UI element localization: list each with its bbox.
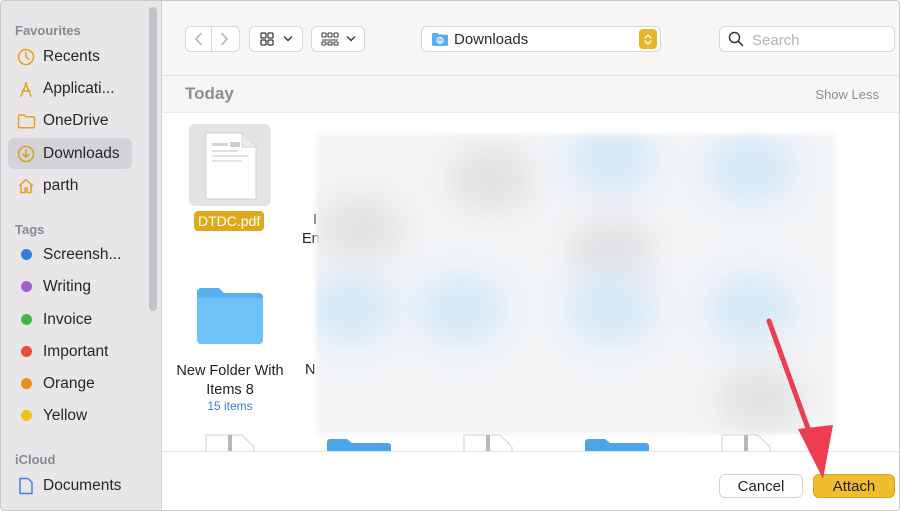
- partial-filename: N: [305, 362, 316, 378]
- tags-header: Tags: [15, 222, 45, 237]
- tag-dot-icon: [16, 374, 36, 394]
- file-name: DTDC.pdf: [194, 211, 265, 231]
- forward-button[interactable]: [212, 27, 237, 51]
- sidebar-item-label: Important: [43, 342, 109, 360]
- search-input[interactable]: [750, 29, 889, 51]
- sidebar-tag-orange[interactable]: Orange: [8, 368, 132, 399]
- chevron-down-icon: [346, 36, 355, 42]
- search-field[interactable]: [719, 26, 895, 52]
- sidebar-tag-writing[interactable]: Writing: [8, 271, 132, 302]
- sidebar-item-label: parth: [43, 176, 79, 194]
- grid-view-icon: [259, 32, 274, 46]
- sidebar-tag-important[interactable]: Important: [8, 336, 132, 367]
- sidebar-item-onedrive[interactable]: OneDrive: [8, 105, 132, 136]
- sidebar-item-label: Documents: [43, 476, 122, 494]
- sidebar-item-recents[interactable]: Recents: [8, 41, 132, 72]
- folder-icon: [197, 288, 263, 344]
- file-picker-dialog: Favourites Recents Applicati... OneDrive…: [0, 0, 900, 511]
- tag-dot-icon: [16, 310, 36, 330]
- home-icon: [16, 176, 36, 196]
- sidebar-item-label: Applicati...: [43, 79, 115, 97]
- sidebar-item-label: Downloads: [43, 144, 120, 162]
- section-header: Today Show Less: [162, 76, 899, 113]
- sidebar-item-downloads[interactable]: Downloads: [8, 138, 132, 169]
- group-view-icon: [320, 32, 339, 46]
- zip-file-icon: [463, 434, 513, 451]
- document-icon: [16, 476, 36, 496]
- tag-dot-icon: [16, 406, 36, 426]
- view-mode-button[interactable]: [249, 26, 303, 52]
- folder-item-count: 15 items: [207, 399, 253, 413]
- downloads-folder-icon: [432, 33, 448, 46]
- back-button[interactable]: [186, 27, 211, 51]
- zip-file-icon: [205, 434, 255, 451]
- tag-dot-icon: [16, 277, 36, 297]
- group-by-button[interactable]: [311, 26, 365, 52]
- show-less-link[interactable]: Show Less: [815, 87, 879, 102]
- search-icon: [728, 31, 744, 47]
- applications-icon: [16, 79, 36, 99]
- tag-dot-icon: [16, 245, 36, 265]
- downloads-icon: [16, 144, 36, 164]
- sidebar-item-label: OneDrive: [43, 111, 109, 129]
- sidebar-item-applications[interactable]: Applicati...: [8, 73, 132, 104]
- sidebar-item-label: Yellow: [43, 406, 88, 424]
- chevron-right-icon: [221, 32, 229, 46]
- chevron-down-icon: [283, 36, 292, 42]
- blurred-files-area: [316, 134, 836, 434]
- sidebar-scrollbar[interactable]: [149, 7, 157, 311]
- chevron-left-icon: [194, 32, 202, 46]
- section-title: Today: [185, 84, 234, 103]
- sidebar-item-parth[interactable]: parth: [8, 170, 132, 201]
- sidebar-item-label: Writing: [43, 277, 91, 295]
- sidebar-tag-invoice[interactable]: Invoice: [8, 304, 132, 335]
- sidebar-tag-yellow[interactable]: Yellow: [8, 400, 132, 431]
- sidebar-item-label: Recents: [43, 47, 100, 65]
- location-dropdown[interactable]: Downloads: [421, 26, 661, 52]
- folder-icon: [327, 439, 391, 451]
- sidebar-tag-screenshots[interactable]: Screensh...: [8, 239, 132, 270]
- clock-icon: [16, 47, 36, 67]
- sidebar-item-label: Invoice: [43, 310, 93, 328]
- icloud-header: iCloud: [15, 452, 56, 467]
- nav-button-group: [185, 26, 240, 52]
- stepper-icon: [639, 29, 657, 49]
- favourites-header: Favourites: [15, 23, 81, 38]
- pdf-document-icon: [205, 132, 257, 200]
- annotation-arrow-icon: [766, 318, 833, 479]
- tag-dot-icon: [16, 342, 36, 362]
- sidebar-item-documents[interactable]: Documents: [8, 470, 132, 501]
- sidebar: Favourites Recents Applicati... OneDrive…: [1, 1, 162, 510]
- location-label: Downloads: [454, 31, 529, 48]
- toolbar: Downloads: [162, 1, 899, 76]
- folder-icon: [16, 111, 36, 131]
- folder-icon: [585, 439, 649, 451]
- folder-name: New Folder With Items 8: [176, 363, 284, 398]
- sidebar-item-label: Orange: [43, 374, 95, 392]
- sidebar-item-label: Screensh...: [43, 245, 122, 263]
